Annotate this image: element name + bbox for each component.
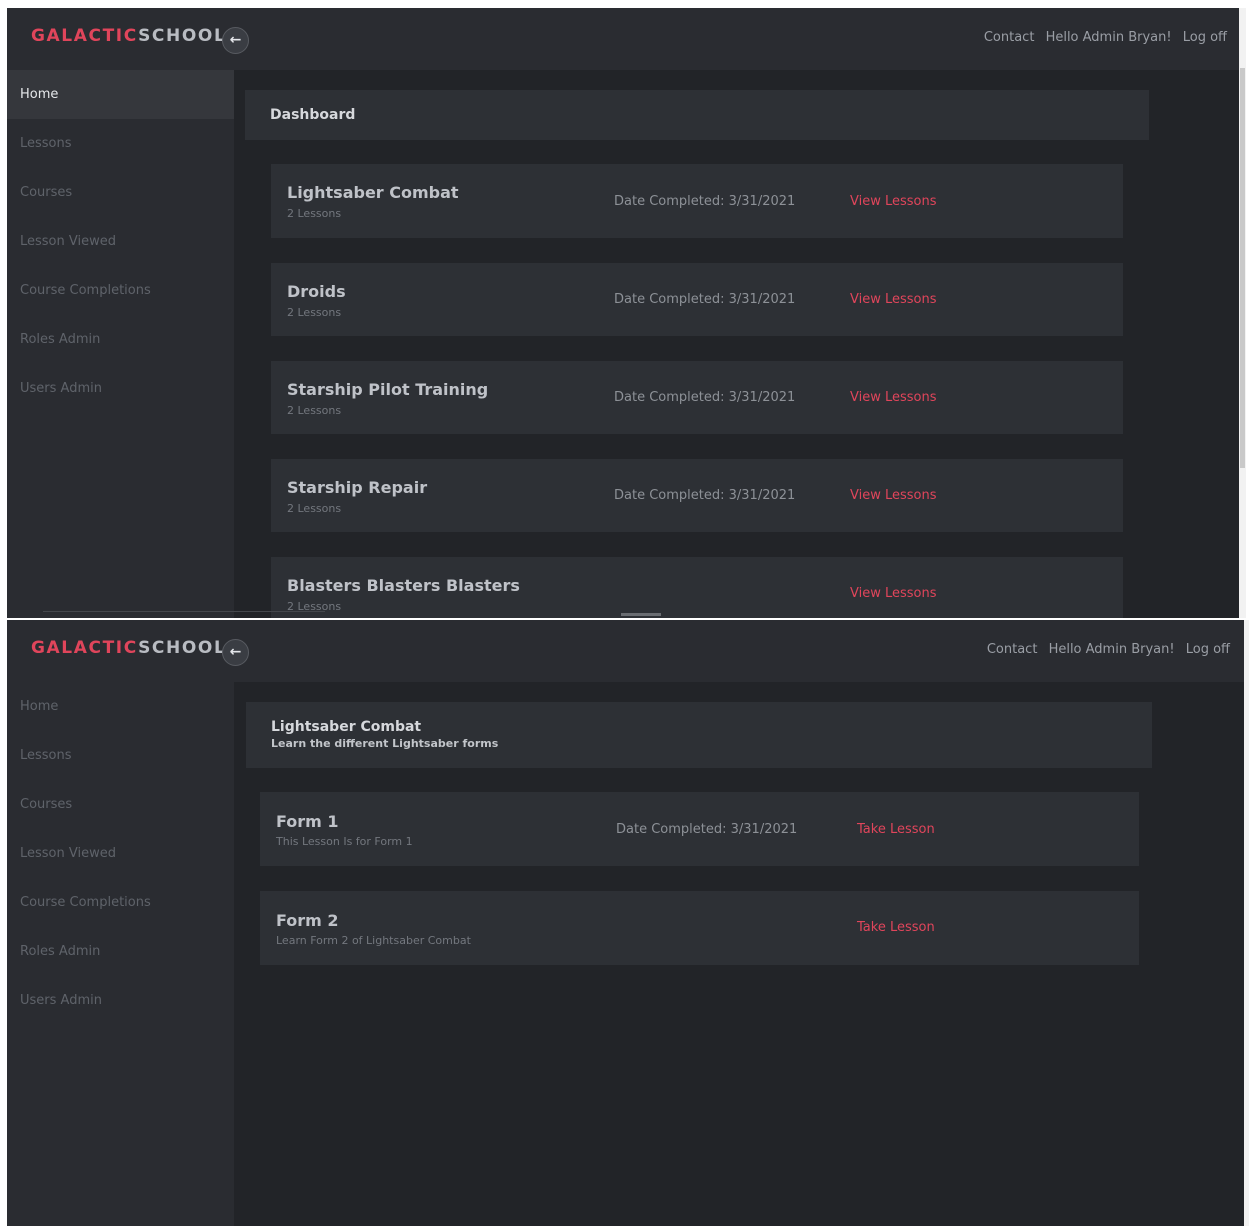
sidebar-item-courses[interactable]: Courses (7, 780, 234, 829)
dashboard-screenshot: GALACTICSCHOOL ← Contact Hello Admin Bry… (7, 8, 1246, 618)
brand-accent: GALACTIC (31, 26, 139, 46)
view-lessons-link[interactable]: View Lessons (850, 194, 937, 209)
view-lessons-link[interactable]: View Lessons (850, 488, 937, 503)
top-links: Contact Hello Admin Bryan! Log off (977, 30, 1227, 45)
course-title: Starship Pilot Training (287, 380, 489, 399)
sidebar-item-home[interactable]: Home (7, 682, 234, 731)
dashboard-header: Dashboard (245, 90, 1149, 140)
sidebar-item-users-admin[interactable]: Users Admin (7, 364, 234, 413)
horizontal-scrollbar[interactable] (621, 613, 661, 616)
course-card: Starship Pilot Training 2 Lessons Date C… (271, 361, 1123, 434)
arrow-left-icon: ← (229, 644, 242, 660)
lesson-card: Form 2 Learn Form 2 of Lightsaber Combat… (260, 891, 1139, 965)
course-date-completed: Date Completed: 3/31/2021 (614, 292, 796, 307)
view-lessons-link[interactable]: View Lessons (850, 586, 937, 601)
lesson-description: This Lesson Is for Form 1 (276, 835, 413, 848)
course-card: Droids 2 Lessons Date Completed: 3/31/20… (271, 263, 1123, 336)
top-navbar: GALACTICSCHOOL ← Contact Hello Admin Bry… (7, 8, 1246, 70)
lesson-card: Form 1 This Lesson Is for Form 1 Date Co… (260, 792, 1139, 866)
greeting-link[interactable]: Hello Admin Bryan! (1049, 642, 1175, 657)
sidebar-item-users-admin[interactable]: Users Admin (7, 976, 234, 1025)
sidebar-item-roles-admin[interactable]: Roles Admin (7, 315, 234, 364)
logoff-link[interactable]: Log off (1186, 642, 1230, 657)
view-lessons-link[interactable]: View Lessons (850, 390, 937, 405)
lesson-date-completed: Date Completed: 3/31/2021 (616, 822, 798, 837)
brand-logo[interactable]: GALACTICSCHOOL (31, 26, 226, 46)
course-title: Blasters Blasters Blasters (287, 576, 520, 595)
vertical-scroll-thumb[interactable] (1240, 68, 1245, 468)
lesson-description: Learn Form 2 of Lightsaber Combat (276, 934, 471, 947)
brand-accent: GALACTIC (31, 638, 139, 658)
sidebar-item-roles-admin[interactable]: Roles Admin (7, 927, 234, 976)
horizontal-scroll-track (43, 611, 325, 612)
course-date-completed: Date Completed: 3/31/2021 (614, 488, 796, 503)
lesson-title: Form 1 (276, 812, 339, 831)
brand-rest: SCHOOL (138, 638, 227, 658)
sidebar-item-lessons[interactable]: Lessons (7, 731, 234, 780)
page-title: Dashboard (270, 107, 356, 123)
course-header: Lightsaber Combat Learn the different Li… (246, 702, 1152, 768)
sidebar-item-lesson-viewed[interactable]: Lesson Viewed (7, 217, 234, 266)
sidebar-item-course-completions[interactable]: Course Completions (7, 266, 234, 315)
page-title: Lightsaber Combat (271, 719, 422, 735)
sidebar: Home Lessons Courses Lesson Viewed Cours… (7, 682, 234, 1226)
take-lesson-link[interactable]: Take Lesson (857, 920, 935, 935)
course-lesson-count: 2 Lessons (287, 207, 342, 220)
sidebar-toggle-button[interactable]: ← (222, 639, 249, 666)
logoff-link[interactable]: Log off (1183, 30, 1227, 45)
sidebar-toggle-button[interactable]: ← (222, 27, 249, 54)
brand-rest: SCHOOL (138, 26, 227, 46)
top-navbar: GALACTICSCHOOL ← Contact Hello Admin Bry… (7, 620, 1249, 682)
course-lesson-count: 2 Lessons (287, 502, 342, 515)
sidebar-item-lessons[interactable]: Lessons (7, 119, 234, 168)
arrow-left-icon: ← (229, 32, 242, 48)
course-card: Starship Repair 2 Lessons Date Completed… (271, 459, 1123, 532)
course-date-completed: Date Completed: 3/31/2021 (614, 390, 796, 405)
sidebar-item-home[interactable]: Home (7, 70, 234, 119)
sidebar-item-courses[interactable]: Courses (7, 168, 234, 217)
course-title: Starship Repair (287, 478, 428, 497)
course-lesson-count: 2 Lessons (287, 306, 342, 319)
course-title: Droids (287, 282, 346, 301)
vertical-scrollbar[interactable] (1244, 620, 1249, 1226)
brand-logo[interactable]: GALACTICSCHOOL (31, 638, 226, 658)
course-lessons-screenshot: GALACTICSCHOOL ← Contact Hello Admin Bry… (7, 620, 1249, 1226)
sidebar-item-lesson-viewed[interactable]: Lesson Viewed (7, 829, 234, 878)
view-lessons-link[interactable]: View Lessons (850, 292, 937, 307)
top-links: Contact Hello Admin Bryan! Log off (980, 642, 1230, 657)
sidebar: Home Lessons Courses Lesson Viewed Cours… (7, 70, 234, 618)
contact-link[interactable]: Contact (984, 30, 1035, 45)
sidebar-item-course-completions[interactable]: Course Completions (7, 878, 234, 927)
course-card: Blasters Blasters Blasters 2 Lessons Vie… (271, 557, 1123, 618)
course-date-completed: Date Completed: 3/31/2021 (614, 194, 796, 209)
course-title: Lightsaber Combat (287, 183, 459, 202)
course-lesson-count: 2 Lessons (287, 404, 342, 417)
course-card: Lightsaber Combat 2 Lessons Date Complet… (271, 164, 1123, 238)
take-lesson-link[interactable]: Take Lesson (857, 822, 935, 837)
vertical-scrollbar[interactable] (1239, 8, 1246, 618)
lesson-title: Form 2 (276, 911, 339, 930)
page-subtitle: Learn the different Lightsaber forms (271, 737, 499, 750)
greeting-link[interactable]: Hello Admin Bryan! (1046, 30, 1172, 45)
contact-link[interactable]: Contact (987, 642, 1038, 657)
